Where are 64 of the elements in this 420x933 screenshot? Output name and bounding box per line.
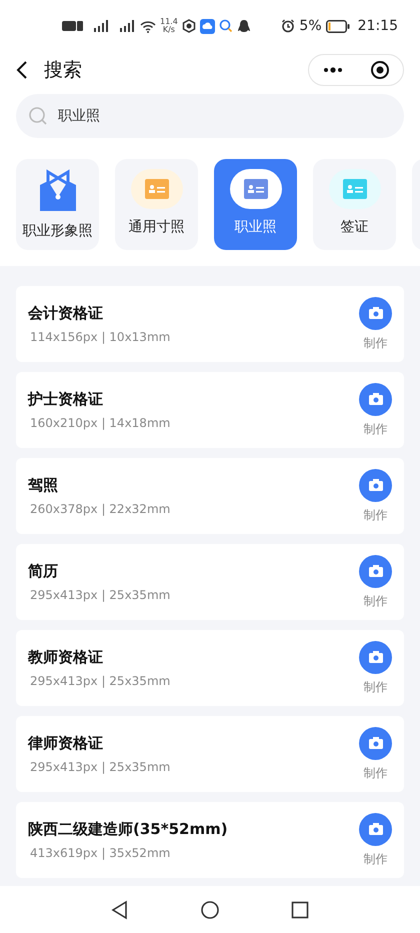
speed-unit: K/s (162, 26, 176, 34)
camera-icon (368, 565, 382, 577)
search-icon (218, 19, 233, 33)
hexagon-icon (182, 19, 196, 33)
camera-icon (368, 651, 382, 663)
item-title: 简历 (28, 560, 59, 582)
item-size: 295x413px | 25x35mm (29, 759, 172, 776)
battery-percent: 5% (299, 16, 322, 36)
item-size: 295x413px | 25x35mm (29, 587, 172, 604)
weather-icon (200, 18, 215, 34)
network-speed: 11.4 (160, 18, 178, 26)
camera-button[interactable] (359, 468, 392, 502)
camera-icon (368, 479, 382, 491)
item-title: 教师资格证 (28, 646, 104, 668)
camera-icon (368, 823, 382, 835)
penguin-icon (236, 18, 251, 34)
make-label: 制作 (364, 678, 388, 696)
item-size: 260x378px | 22x32mm (29, 501, 172, 518)
category-tab[interactable]: 签证 (313, 159, 396, 250)
make-label: 制作 (364, 506, 388, 524)
back-icon[interactable] (110, 900, 130, 920)
make-label: 制作 (364, 850, 388, 868)
camera-button[interactable] (359, 726, 392, 760)
search-icon (28, 106, 48, 126)
search-field[interactable]: 职业照 (16, 94, 404, 138)
id-card-icon (144, 179, 168, 199)
camera-button[interactable] (359, 812, 392, 846)
status-time: 21:15 (358, 16, 398, 36)
camera-button[interactable] (359, 296, 392, 330)
hd-icon (62, 20, 84, 32)
camera-icon (368, 393, 382, 405)
capsule-menu[interactable] (308, 54, 404, 86)
camera-icon (368, 307, 382, 319)
item-size: 413x619px | 35x52mm (29, 845, 172, 862)
item-title: 护士资格证 (28, 388, 104, 410)
make-label: 制作 (364, 334, 388, 352)
make-label: 制作 (364, 764, 388, 782)
wifi-icon (140, 20, 156, 32)
camera-icon (368, 737, 382, 749)
back-icon (16, 60, 28, 80)
item-title: 驾照 (28, 474, 59, 496)
item-title: 陕西二级建造师(35*52mm) (28, 818, 229, 840)
home-icon[interactable] (200, 900, 220, 920)
item-title: 律师资格证 (28, 732, 104, 754)
item-size: 295x413px | 25x35mm (29, 673, 172, 690)
item-size: 114x156px | 10x13mm (29, 329, 172, 346)
category-tab[interactable]: 通用寸照 (115, 159, 198, 250)
battery-icon (326, 20, 350, 32)
more-icon[interactable] (322, 67, 342, 73)
camera-button[interactable] (359, 640, 392, 674)
make-label: 制作 (364, 420, 388, 438)
category-tab[interactable]: 职业形象照 (16, 159, 99, 250)
category-tab[interactable]: 职业照 (214, 159, 297, 250)
back-button[interactable] (16, 60, 28, 80)
item-size: 160x210px | 14x18mm (29, 415, 172, 432)
make-label: 制作 (364, 592, 388, 610)
recent-apps-icon[interactable] (290, 900, 310, 920)
page-title: 搜索 (44, 58, 82, 83)
camera-button[interactable] (359, 382, 392, 416)
id-card-icon (342, 179, 366, 199)
camera-button[interactable] (359, 554, 392, 588)
item-title: 会计资格证 (28, 302, 104, 324)
alarm-icon (281, 19, 296, 33)
id-card-icon (244, 179, 268, 199)
